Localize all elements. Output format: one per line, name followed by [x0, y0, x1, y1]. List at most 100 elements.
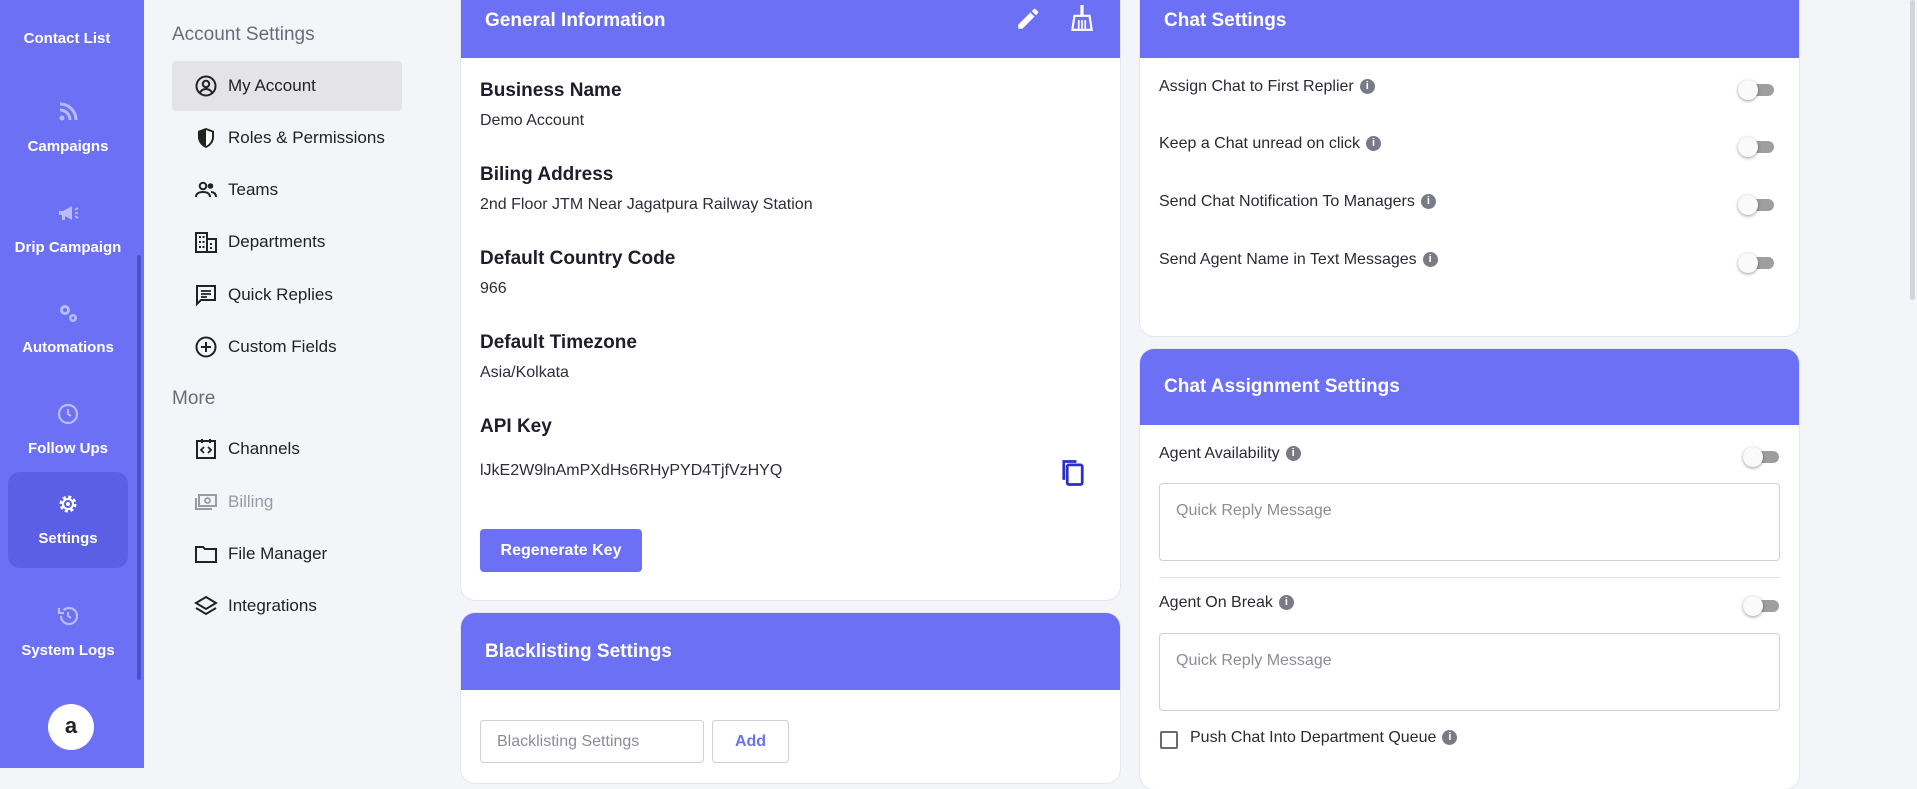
submenu-item-teams[interactable]: Teams — [172, 165, 402, 215]
keep-unread-toggle[interactable] — [1738, 137, 1774, 157]
chat-settings-card: Chat Settings Assign Chat to First Repli… — [1140, 0, 1799, 336]
toggle-row-agent-availability: Agent Availability i — [1159, 441, 1779, 471]
submenu-item-my-account[interactable]: My Account — [172, 61, 402, 111]
rail-item-campaigns[interactable]: Campaigns — [8, 80, 128, 176]
submenu-item-custom-fields[interactable]: Custom Fields — [172, 322, 402, 372]
toggle-label: Send Chat Notification To Managers i — [1159, 193, 1436, 211]
info-icon[interactable]: i — [1359, 79, 1375, 95]
rail-item-label: Settings — [38, 530, 98, 547]
copy-icon[interactable] — [1059, 458, 1087, 488]
agent-name-toggle[interactable] — [1738, 253, 1774, 273]
rail-item-label: Follow Ups — [28, 440, 108, 457]
break-message-input[interactable] — [1159, 633, 1780, 711]
toggle-label: Keep a Chat unread on click i — [1159, 135, 1382, 153]
layers-icon — [194, 595, 218, 616]
chat-assignment-settings-card: Chat Assignment Settings Agent Availabil… — [1140, 349, 1799, 789]
people-icon — [195, 181, 217, 198]
chat-lines-icon — [196, 285, 216, 307]
rail-item-settings[interactable]: Settings — [8, 472, 128, 568]
card-header: Chat Settings — [1140, 0, 1799, 58]
regenerate-key-button[interactable]: Regenerate Key — [480, 529, 642, 572]
rail-scrollbar[interactable] — [137, 255, 141, 680]
business-name-label: Business Name — [480, 80, 622, 101]
assign-first-replier-toggle[interactable] — [1738, 80, 1774, 100]
rail-item-label: System Logs — [21, 642, 115, 659]
divider — [1159, 577, 1780, 578]
building-icon — [195, 232, 217, 253]
card-title: General Information — [485, 10, 666, 31]
rail-item-label: Campaigns — [27, 138, 109, 155]
folder-icon — [195, 546, 217, 563]
agent-availability-toggle[interactable] — [1743, 447, 1779, 467]
submenu-item-label: File Manager — [228, 544, 328, 563]
submenu-item-label: Roles & Permissions — [228, 128, 385, 147]
rss-icon — [59, 102, 78, 121]
page-scrollbar[interactable] — [1907, 0, 1917, 768]
info-icon[interactable]: i — [1366, 136, 1382, 152]
rail-item-drip-campaign[interactable]: Drip Campaign — [8, 181, 128, 277]
submenu-item-label: Departments — [228, 232, 326, 251]
submenu-item-billing[interactable]: Billing — [172, 477, 402, 527]
billing-address-value: 2nd Floor JTM Near Jagatpura Railway Sta… — [480, 196, 813, 213]
department-queue-checkbox[interactable] — [1160, 731, 1178, 749]
info-icon[interactable]: i — [1285, 446, 1301, 462]
add-circle-icon — [195, 336, 217, 358]
gears-icon — [60, 305, 77, 322]
info-icon[interactable]: i — [1278, 595, 1294, 611]
toggle-row-notify-managers: Send Chat Notification To Managers i — [1159, 189, 1779, 219]
submenu-item-channels[interactable]: Channels — [172, 424, 402, 474]
toggle-label: Agent Availability i — [1159, 445, 1301, 463]
availability-message-input[interactable] — [1159, 483, 1780, 561]
section-heading-more: More — [172, 388, 216, 409]
card-title: Blacklisting Settings — [485, 641, 672, 662]
notify-managers-toggle[interactable] — [1738, 195, 1774, 215]
clock-icon — [57, 403, 79, 425]
broom-icon[interactable] — [1069, 4, 1095, 32]
gear-icon — [59, 495, 77, 513]
business-name-value: Demo Account — [480, 112, 585, 129]
blacklisting-input[interactable] — [480, 720, 704, 763]
timezone-value: Asia/Kolkata — [480, 364, 569, 381]
timezone-label: Default Timezone — [480, 332, 637, 353]
blacklisting-settings-card: Blacklisting Settings Add — [461, 613, 1120, 783]
submenu-item-label: My Account — [228, 76, 316, 95]
rail-item-label: Drip Campaign — [14, 239, 122, 256]
submenu-item-roles-permissions[interactable]: Roles & Permissions — [172, 113, 402, 163]
rail-item-contact-list[interactable]: Contact List — [0, 30, 134, 47]
country-code-value: 966 — [480, 280, 507, 297]
rail-item-follow-ups[interactable]: Follow Ups — [8, 382, 128, 478]
scrollbar-thumb[interactable] — [1910, 0, 1915, 300]
calendar-code-icon — [196, 439, 216, 459]
history-icon — [57, 606, 79, 626]
card-title: Chat Settings — [1164, 10, 1287, 31]
toggle-row-agent-on-break: Agent On Break i — [1159, 590, 1779, 620]
submenu-item-quick-replies[interactable]: Quick Replies — [172, 270, 402, 320]
submenu-item-departments[interactable]: Departments — [172, 217, 402, 267]
toggle-label: Assign Chat to First Replier i — [1159, 78, 1375, 96]
agent-on-break-toggle[interactable] — [1743, 596, 1779, 616]
rail-item-automations[interactable]: Automations — [8, 281, 128, 377]
toggle-row-assign-first-replier: Assign Chat to First Replier i — [1159, 74, 1779, 104]
nav-rail: Contact List Campaigns Drip Campaign Aut… — [0, 0, 144, 768]
section-heading-account-settings: Account Settings — [172, 24, 315, 45]
api-key-label: API Key — [480, 416, 552, 437]
toggle-row-agent-name: Send Agent Name in Text Messages i — [1159, 247, 1779, 277]
avatar[interactable]: a — [48, 704, 94, 750]
toggle-row-keep-unread: Keep a Chat unread on click i — [1159, 131, 1779, 161]
info-icon[interactable]: i — [1420, 194, 1436, 210]
settings-submenu: Account Settings My Account Roles & Perm… — [144, 0, 440, 768]
checkbox-label: Push Chat Into Department Queue i — [1190, 729, 1458, 747]
submenu-item-integrations[interactable]: Integrations — [172, 581, 402, 631]
pencil-icon[interactable] — [1015, 6, 1041, 32]
card-title: Chat Assignment Settings — [1164, 376, 1400, 397]
submenu-item-label: Teams — [228, 180, 279, 199]
card-header: Chat Assignment Settings — [1140, 349, 1799, 425]
rail-item-system-logs[interactable]: System Logs — [8, 584, 128, 680]
submenu-item-file-manager[interactable]: File Manager — [172, 529, 402, 579]
submenu-item-label: Integrations — [228, 596, 317, 615]
submenu-item-label: Custom Fields — [228, 337, 337, 356]
add-button[interactable]: Add — [712, 720, 789, 763]
info-icon[interactable]: i — [1422, 252, 1438, 268]
submenu-item-label: Billing — [228, 492, 274, 511]
info-icon[interactable]: i — [1442, 730, 1458, 746]
